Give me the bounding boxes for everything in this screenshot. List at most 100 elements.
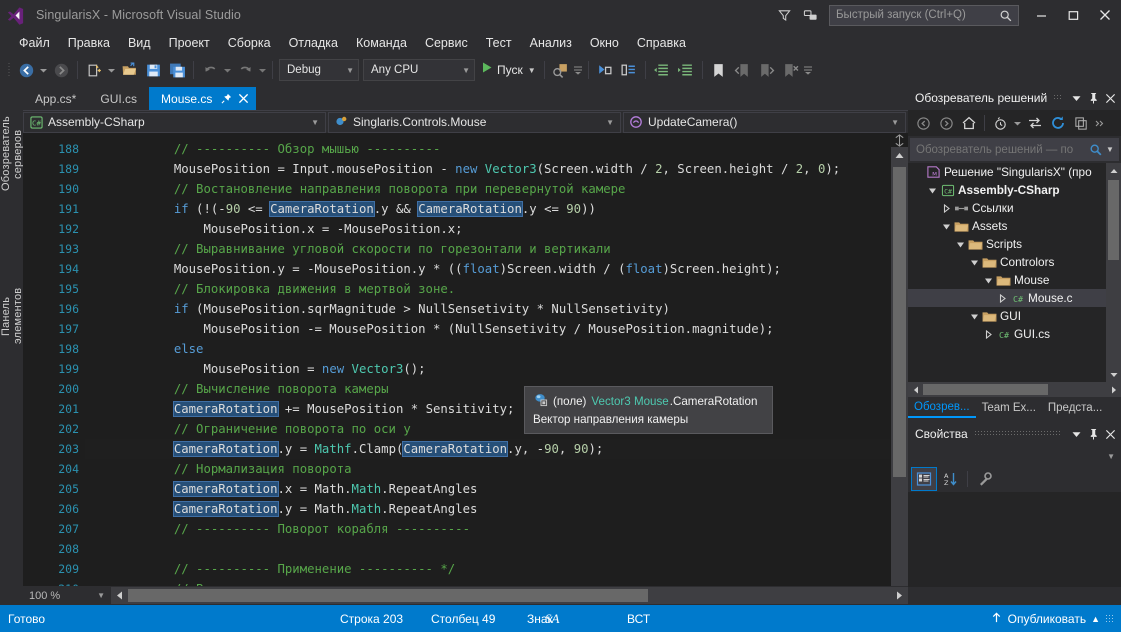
collapse-twisty-icon[interactable] xyxy=(954,235,967,253)
feedback-funnel-icon[interactable] xyxy=(771,0,797,30)
editor-horizontal-scrollbar[interactable] xyxy=(111,587,908,604)
scroll-up-arrow-icon[interactable] xyxy=(891,147,908,164)
editor-scroll-thumb[interactable] xyxy=(893,167,906,477)
tree-hscroll-thumb[interactable] xyxy=(923,384,1048,395)
code-line[interactable]: MousePosition.y = -MousePosition.y * ((f… xyxy=(85,259,890,279)
pin-icon[interactable] xyxy=(221,93,232,104)
property-pages-icon[interactable] xyxy=(973,468,997,490)
solution-platform-combo[interactable]: Any CPU ▼ xyxy=(363,59,475,81)
back-icon[interactable] xyxy=(912,112,934,134)
code-line[interactable]: CameraRotation.x = Math.Math.RepeatAngle… xyxy=(85,479,890,499)
tab-gui-cs[interactable]: GUI.cs xyxy=(88,87,149,110)
code-editor[interactable]: 1881891901911921931941951961971981992002… xyxy=(23,133,908,632)
search-icon[interactable] xyxy=(1086,143,1106,157)
chevron-up-icon[interactable]: ▲ xyxy=(1091,614,1100,624)
navbar-project-combo[interactable]: C# Assembly-CSharp ▼ xyxy=(23,112,326,133)
new-project-dropdown-icon[interactable] xyxy=(106,58,117,82)
home-icon[interactable] xyxy=(958,112,980,134)
expand-twisty-icon[interactable] xyxy=(982,325,995,343)
tree-vertical-scrollbar[interactable] xyxy=(1106,163,1121,382)
find-icon[interactable] xyxy=(549,58,573,82)
menu-item-help[interactable]: Справка xyxy=(628,33,695,53)
navigate-back-icon[interactable] xyxy=(14,58,38,82)
search-icon[interactable] xyxy=(999,9,1013,28)
scroll-up-arrow-icon[interactable] xyxy=(1106,163,1121,178)
editor-vertical-scrollbar[interactable] xyxy=(891,147,908,632)
undo-icon[interactable] xyxy=(198,58,222,82)
new-project-icon[interactable] xyxy=(82,58,106,82)
tab-mouse-cs[interactable]: Mouse.cs xyxy=(149,87,256,110)
menu-item-edit[interactable]: Правка xyxy=(59,33,119,53)
redo-icon[interactable] xyxy=(233,58,257,82)
chevron-down-icon[interactable]: ▼ xyxy=(1106,145,1118,154)
start-debugging-button[interactable]: Пуск ▼ xyxy=(477,58,540,82)
tree-item[interactable]: GUI xyxy=(908,307,1121,325)
tree-item[interactable]: Ссылки xyxy=(908,199,1121,217)
open-file-icon[interactable] xyxy=(117,58,141,82)
undo-dropdown-icon[interactable] xyxy=(222,58,233,82)
categorized-icon[interactable] xyxy=(912,468,936,490)
code-line[interactable]: CameraRotation.y = Math.Math.RepeatAngle… xyxy=(85,499,890,519)
tree-item[interactable]: мРешение "SingularisX" (про xyxy=(908,163,1121,181)
code-line[interactable]: MousePosition -= MousePosition * (NullSe… xyxy=(85,319,890,339)
notifications-icon[interactable] xyxy=(797,0,823,30)
tab-solution-explorer[interactable]: Обозрев... xyxy=(908,398,976,418)
pin-icon[interactable] xyxy=(1085,425,1102,443)
bookmark-icon[interactable] xyxy=(707,58,731,82)
increase-indent-icon[interactable] xyxy=(674,58,698,82)
tab-class-view[interactable]: Предста... xyxy=(1042,398,1108,418)
chevron-down-icon[interactable] xyxy=(1068,425,1085,443)
find-overflow-icon[interactable] xyxy=(573,58,584,82)
code-line[interactable]: // ---------- Поворот корабля ---------- xyxy=(85,519,890,539)
decrease-indent-icon[interactable] xyxy=(650,58,674,82)
toolbar-overflow-icon[interactable] xyxy=(803,58,814,82)
collapse-twisty-icon[interactable] xyxy=(940,217,953,235)
collapse-twisty-icon[interactable] xyxy=(982,271,995,289)
minimize-button[interactable] xyxy=(1025,0,1057,30)
menu-item-view[interactable]: Вид xyxy=(119,33,160,53)
navigate-forward-icon[interactable] xyxy=(49,58,73,82)
panel-drag-dots[interactable] xyxy=(974,431,1062,437)
collapse-twisty-icon[interactable] xyxy=(968,253,981,271)
solution-configuration-combo[interactable]: Debug ▼ xyxy=(279,59,359,81)
zoom-level-combo[interactable]: 100 % ▼ xyxy=(23,586,111,605)
tree-item[interactable]: Controlors xyxy=(908,253,1121,271)
menu-item-project[interactable]: Проект xyxy=(160,33,219,53)
tree-item[interactable]: Mouse xyxy=(908,271,1121,289)
pending-changes-dropdown-icon[interactable] xyxy=(1012,111,1023,135)
code-line[interactable]: // Нормализация поворота xyxy=(85,459,890,479)
code-line[interactable]: if (!(-90 <= CameraRotation.y && CameraR… xyxy=(85,199,890,219)
close-button[interactable] xyxy=(1089,0,1121,30)
navbar-member-combo[interactable]: UpdateCamera() ▼ xyxy=(623,112,906,133)
menu-item-tools[interactable]: Сервис xyxy=(416,33,477,53)
panel-drag-dots[interactable] xyxy=(1053,95,1062,101)
code-line[interactable]: CameraRotation.y = Mathf.Clamp(CameraRot… xyxy=(85,439,890,459)
overflow-icon[interactable] xyxy=(1093,111,1104,135)
maximize-button[interactable] xyxy=(1057,0,1089,30)
refresh-icon[interactable] xyxy=(1047,112,1069,134)
tree-item[interactable]: C#Assembly-CSharp xyxy=(908,181,1121,199)
collapse-twisty-icon[interactable] xyxy=(926,181,939,199)
menu-item-file[interactable]: Файл xyxy=(10,33,59,53)
scroll-left-arrow-icon[interactable] xyxy=(908,382,923,397)
properties-object-combo[interactable]: ▼ xyxy=(908,446,1121,466)
tree-scroll-thumb[interactable] xyxy=(1108,180,1119,260)
scroll-left-arrow-icon[interactable] xyxy=(111,587,128,604)
editor-splitter-handle[interactable] xyxy=(891,133,908,147)
code-line[interactable]: // ---------- Обзор мышью ---------- xyxy=(85,139,890,159)
code-line[interactable]: MousePosition = new Vector3(); xyxy=(85,359,890,379)
menu-item-window[interactable]: Окно xyxy=(581,33,628,53)
collapse-twisty-icon[interactable] xyxy=(968,307,981,325)
code-line[interactable]: // Выравнивание угловой скорости по горе… xyxy=(85,239,890,259)
tree-item[interactable]: Assets xyxy=(908,217,1121,235)
expand-twisty-icon[interactable] xyxy=(940,199,953,217)
previous-bookmark-icon[interactable] xyxy=(731,58,755,82)
status-publish-label[interactable]: Опубликовать xyxy=(1008,612,1086,626)
next-bookmark-icon[interactable] xyxy=(755,58,779,82)
chevron-down-icon[interactable]: ▼ xyxy=(528,66,536,75)
menu-item-debug[interactable]: Отладка xyxy=(280,33,347,53)
sync-with-active-document-icon[interactable] xyxy=(1024,112,1046,134)
toolbar-grip[interactable] xyxy=(4,61,14,79)
step-into-icon[interactable] xyxy=(593,58,617,82)
navigate-back-dropdown-icon[interactable] xyxy=(38,58,49,82)
